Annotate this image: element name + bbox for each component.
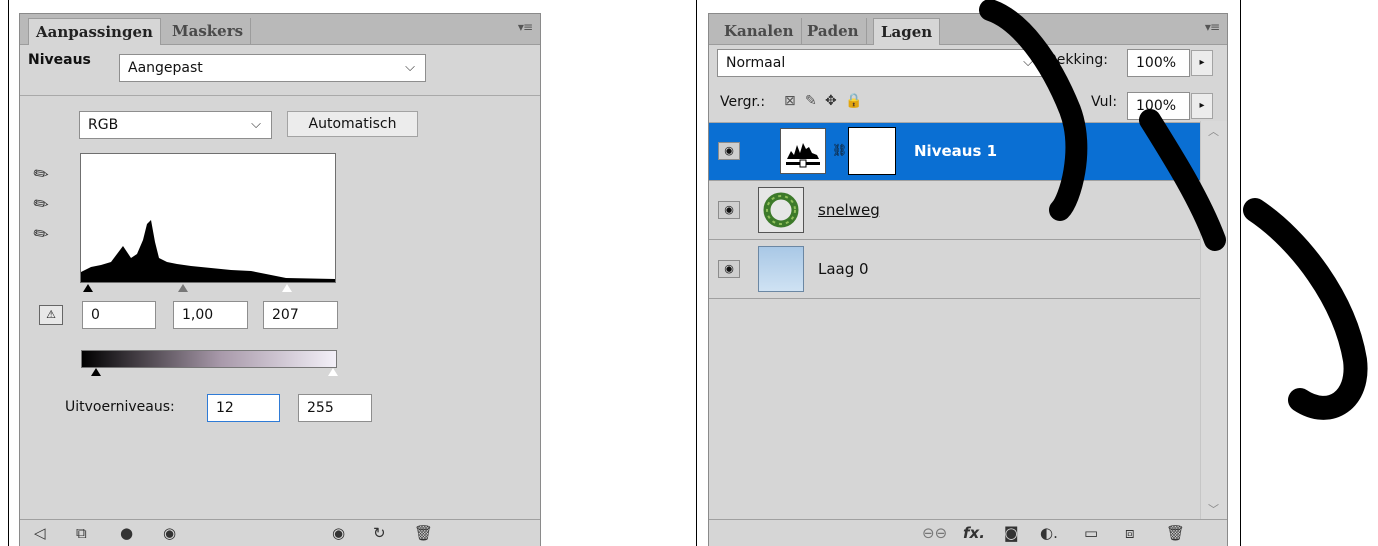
input-black-field[interactable]: 0 — [82, 301, 156, 329]
adjustments-bottom-bar: ◁ ⧉ ● ◉ ◉ ↻ 🗑 — [20, 519, 540, 546]
separator-middle — [696, 0, 697, 546]
reset-icon[interactable]: ↻ — [373, 524, 386, 542]
channel-dropdown[interactable]: RGB ⌵ — [79, 111, 272, 139]
lock-transparency-icon[interactable]: ⊠ — [784, 93, 796, 109]
visibility-eye-icon[interactable]: ◉ — [163, 524, 176, 542]
preset-value: Aangepast — [128, 60, 203, 76]
layer-name[interactable]: Niveaus 1 — [914, 142, 997, 160]
preset-dropdown[interactable]: Aangepast ⌵ — [119, 54, 426, 82]
scroll-up-icon[interactable]: ︿ — [1208, 123, 1219, 139]
lock-all-icon[interactable]: 🔒 — [845, 93, 862, 109]
layers-scrollbar[interactable]: ︿ ﹀ — [1200, 121, 1227, 519]
new-layer-icon[interactable]: ⧈ — [1125, 524, 1135, 542]
input-black-slider[interactable] — [83, 284, 93, 292]
scroll-down-icon[interactable]: ﹀ — [1208, 501, 1219, 517]
output-black-field[interactable]: 12 — [207, 394, 280, 422]
folder-icon[interactable]: ▭ — [1084, 524, 1098, 542]
lock-position-icon[interactable]: ✥ — [825, 93, 837, 109]
visibility-eye-icon[interactable]: ◉ — [718, 260, 740, 278]
fill-label: Vul: — [1091, 94, 1118, 110]
blend-mode-dropdown[interactable]: Normaal ⌵ — [717, 49, 1044, 77]
lock-label: Vergr.: — [720, 94, 766, 110]
link-chain-icon[interactable]: ⛓ — [832, 143, 847, 157]
input-white-slider[interactable] — [282, 284, 292, 292]
separator-right — [1240, 0, 1241, 546]
panel-menu-icon[interactable]: ▾≡ — [1205, 20, 1220, 34]
channel-value: RGB — [88, 117, 119, 133]
lock-pixels-icon[interactable]: ✎ — [805, 93, 817, 109]
fx-icon[interactable]: fx. — [963, 524, 985, 542]
layers-panel: Kanalen Paden Lagen ▾≡ Normaal ⌵ Dekking… — [708, 13, 1228, 546]
layer-name[interactable]: snelweg — [818, 201, 880, 219]
input-gamma-field[interactable]: 1,00 — [173, 301, 248, 329]
link-layers-icon[interactable]: ⊖⊖ — [922, 524, 947, 542]
preset-label: Niveaus — [28, 52, 91, 68]
fill-arrow-button[interactable]: ▸ — [1191, 93, 1213, 119]
separator-left — [8, 0, 9, 546]
output-white-field[interactable]: 255 — [298, 394, 372, 422]
input-gray-slider[interactable] — [178, 284, 188, 292]
chevron-down-icon: ⌵ — [251, 117, 261, 132]
levels-adjustment-thumbnail — [780, 128, 826, 174]
layer-name[interactable]: Laag 0 — [818, 260, 869, 278]
black-eyedropper-icon[interactable]: ✎ — [29, 162, 53, 188]
adjustments-panel: Aanpassingen Maskers ▾≡ Niveaus Aangepas… — [19, 13, 541, 546]
back-arrow-icon[interactable]: ◁ — [34, 524, 46, 542]
levels-histogram-icon — [786, 143, 820, 168]
layer-row-niveaus-1[interactable]: ◉ ⛓ Niveaus 1 — [709, 123, 1200, 181]
layers-bottom-bar: ⊖⊖ fx. ◙ ◐. ▭ ⧈ 🗑 — [709, 519, 1227, 546]
clipping-warning-icon[interactable]: ⚠ — [39, 305, 63, 325]
panel-menu-icon[interactable]: ▾≡ — [518, 20, 533, 34]
opacity-arrow-button[interactable]: ▸ — [1191, 50, 1213, 76]
adjustments-tabbar: Aanpassingen Maskers ▾≡ — [20, 14, 540, 45]
visibility-eye-icon[interactable]: ◉ — [718, 142, 740, 160]
blend-mode-value: Normaal — [726, 55, 786, 71]
expand-view-icon[interactable]: ⧉ — [76, 524, 87, 542]
output-levels-label: Uitvoerniveaus: — [65, 399, 175, 415]
output-gradient — [81, 350, 337, 368]
output-black-slider[interactable] — [91, 368, 101, 376]
opacity-label: Dekking: — [1046, 52, 1108, 68]
auto-button[interactable]: Automatisch — [287, 111, 418, 137]
tab-lagen[interactable]: Lagen — [873, 18, 941, 45]
white-eyedropper-icon[interactable]: ✎ — [29, 222, 53, 248]
chevron-down-icon: ⌵ — [1023, 55, 1033, 70]
layer-row-snelweg[interactable]: ◉ snelweg — [709, 182, 1200, 240]
tab-kanalen[interactable]: Kanalen — [717, 18, 802, 44]
trash-icon[interactable]: 🗑 — [1166, 524, 1185, 542]
add-mask-icon[interactable]: ◙ — [1004, 524, 1019, 542]
adjustment-layer-icon[interactable]: ◐. — [1040, 524, 1058, 542]
view-previous-state-icon[interactable]: ◉ — [332, 524, 345, 542]
gray-eyedropper-icon[interactable]: ✎ — [29, 192, 53, 218]
trash-icon[interactable]: 🗑 — [414, 524, 433, 542]
snelweg-thumbnail — [758, 187, 804, 233]
histogram-graph — [81, 220, 335, 282]
output-white-slider[interactable] — [328, 368, 338, 376]
tab-paden[interactable]: Paden — [800, 18, 867, 44]
laag-0-thumbnail — [758, 246, 804, 292]
clip-to-layer-icon[interactable]: ● — [120, 524, 133, 542]
fill-field[interactable]: 100% — [1127, 92, 1190, 120]
histogram — [80, 153, 336, 283]
chevron-down-icon: ⌵ — [405, 60, 415, 75]
layer-row-laag-0[interactable]: ◉ Laag 0 — [709, 241, 1200, 299]
layers-tabbar: Kanalen Paden Lagen ▾≡ — [709, 14, 1227, 45]
input-white-field[interactable]: 207 — [263, 301, 338, 329]
visibility-eye-icon[interactable]: ◉ — [718, 201, 740, 219]
divider — [20, 95, 540, 96]
tab-aanpassingen[interactable]: Aanpassingen — [28, 18, 161, 45]
layer-mask-thumbnail[interactable] — [848, 127, 896, 175]
opacity-field[interactable]: 100% — [1127, 49, 1190, 77]
tab-maskers[interactable]: Maskers — [165, 18, 252, 44]
wreath-image — [763, 192, 799, 228]
